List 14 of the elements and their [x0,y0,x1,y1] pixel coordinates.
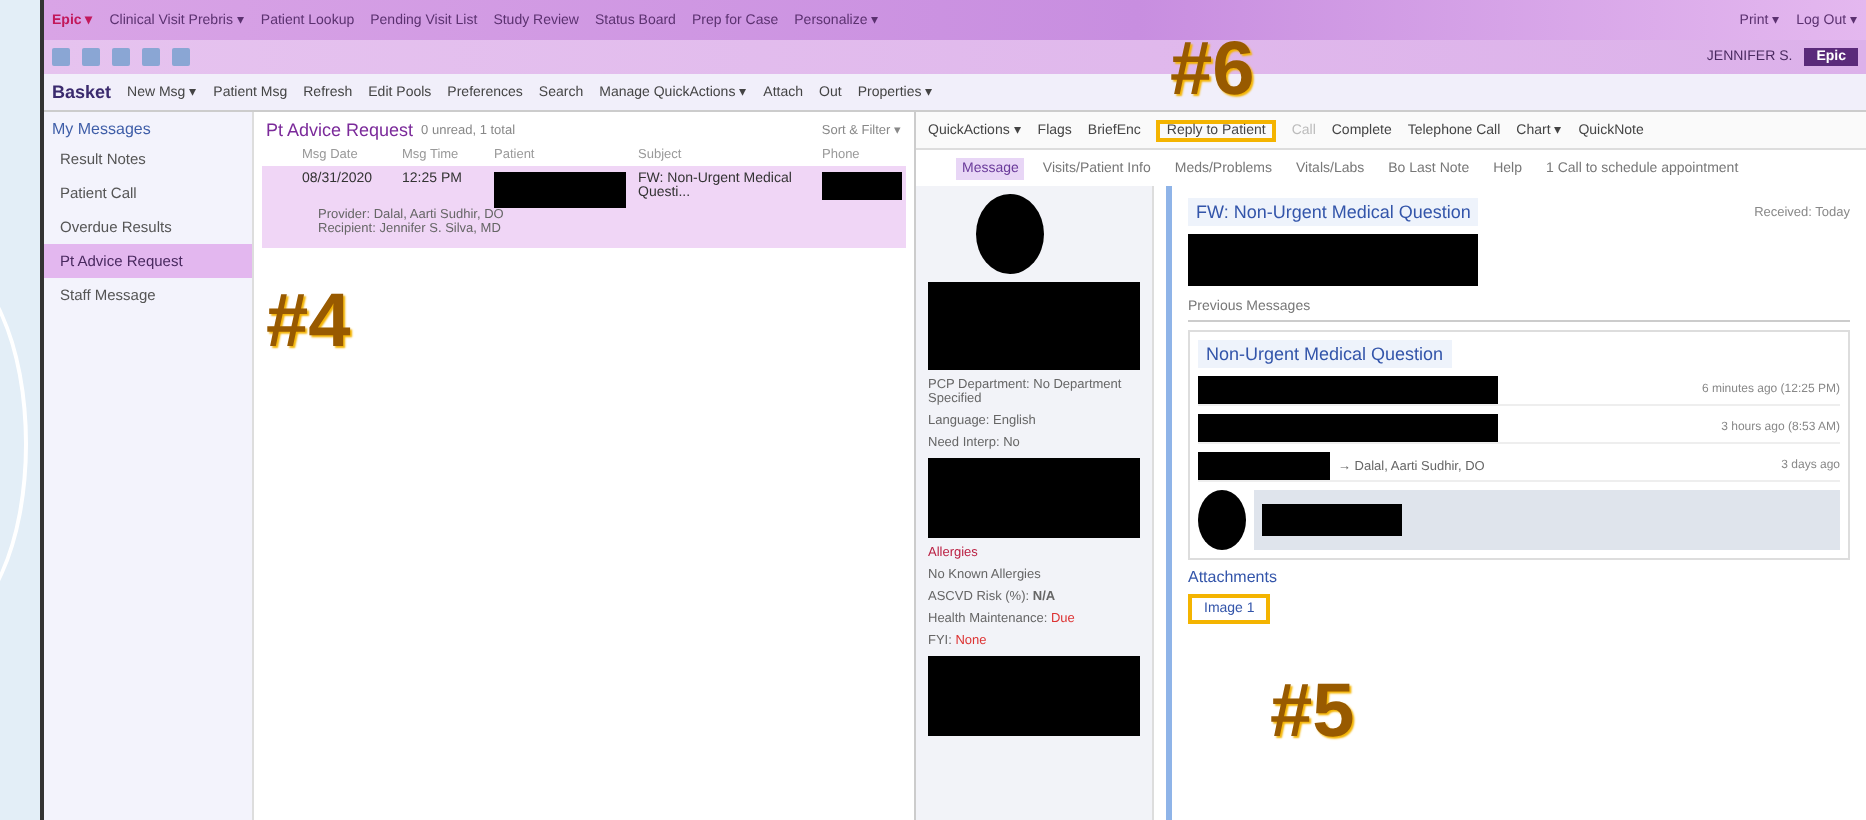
avatar-redaction [1198,490,1246,550]
message-title: FW: Non-Urgent Medical Question [1188,198,1479,226]
attachments-heading: Attachments [1188,568,1279,586]
thread-title: Non-Urgent Medical Question [1198,340,1452,368]
page-title: Basket [52,82,112,102]
annotation-label: #6 [1170,28,1255,114]
list-title: Pt Advice Request [266,120,414,140]
redaction-bar [494,172,626,208]
annotation-label: #5 [1270,670,1355,756]
avatar-redaction [976,194,1044,274]
sidebar-title: My Messages [50,118,153,142]
redaction-bar [1198,452,1330,480]
redaction-bar [822,172,902,200]
annotation-label: #4 [266,280,351,366]
